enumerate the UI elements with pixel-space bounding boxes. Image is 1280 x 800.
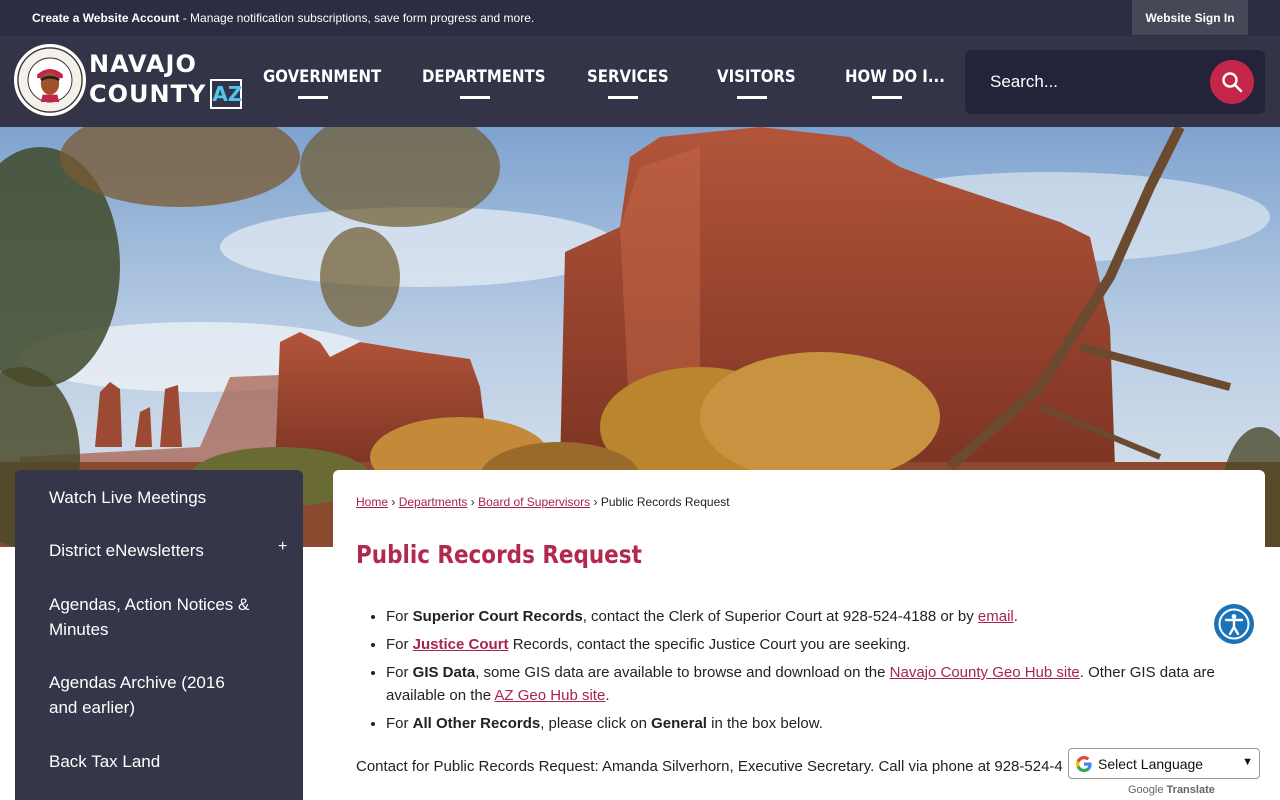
- nav-government-underline: [298, 96, 328, 99]
- nav-departments[interactable]: DEPARTMENTS: [422, 67, 545, 87]
- nav-how-do-i[interactable]: HOW DO I...: [845, 67, 945, 87]
- expand-plus-icon[interactable]: +: [278, 538, 287, 556]
- list-item: For Justice Court Records, contact the s…: [386, 633, 1246, 656]
- site-header: NAVAJO COUNTY AZ GOVERNMENT DEPARTMENTS S…: [0, 36, 1280, 127]
- create-account-label[interactable]: Create a Website Account: [32, 11, 179, 25]
- search-button[interactable]: [1210, 60, 1254, 104]
- accessibility-button[interactable]: [1214, 604, 1254, 644]
- nav-services[interactable]: SERVICES: [587, 67, 669, 87]
- language-select[interactable]: Select Language ▼: [1068, 748, 1260, 779]
- breadcrumb-separator: ›: [470, 495, 475, 509]
- sidebar-navigation: Watch Live Meetings District eNewsletter…: [15, 470, 303, 800]
- top-utility-bar: Create a Website Account - Manage notifi…: [0, 0, 1280, 36]
- accessibility-icon: [1218, 608, 1250, 640]
- county-seal-logo[interactable]: [14, 44, 86, 116]
- breadcrumb-departments[interactable]: Departments: [399, 495, 468, 509]
- contact-text: Contact for Public Records Request: Aman…: [356, 758, 1063, 775]
- powered-by-google-translate[interactable]: Google Translate: [1128, 784, 1215, 796]
- county-wordmark[interactable]: NAVAJO COUNTY AZ: [89, 50, 243, 109]
- az-geo-hub-link[interactable]: AZ Geo Hub site: [494, 687, 605, 704]
- nav-how-do-i-underline: [872, 96, 902, 99]
- wordmark-az: AZ: [210, 79, 243, 109]
- sidebar-item-watch-live-meetings[interactable]: Watch Live Meetings: [49, 485, 206, 510]
- list-item: For GIS Data, some GIS data are availabl…: [386, 661, 1246, 707]
- nav-government[interactable]: GOVERNMENT: [263, 67, 381, 87]
- google-g-icon: [1075, 755, 1092, 772]
- sidebar-item-back-tax-land[interactable]: Back Tax Land: [49, 749, 160, 774]
- navajo-geo-hub-link[interactable]: Navajo County Geo Hub site: [890, 664, 1080, 681]
- nav-services-underline: [608, 96, 638, 99]
- chevron-down-icon: ▼: [1242, 756, 1253, 768]
- nav-departments-underline: [460, 96, 490, 99]
- list-item: For All Other Records, please click on G…: [386, 712, 1246, 735]
- nav-visitors[interactable]: VISITORS: [717, 67, 796, 87]
- sidebar-item-district-enewsletters[interactable]: District eNewsletters: [49, 538, 204, 563]
- search-input[interactable]: Search...: [965, 50, 1265, 114]
- breadcrumb-current: Public Records Request: [600, 495, 730, 509]
- website-sign-in-button[interactable]: Website Sign In: [1132, 0, 1248, 35]
- list-item: For Superior Court Records, contact the …: [386, 605, 1246, 628]
- create-account-description[interactable]: - Manage notification subscriptions, sav…: [179, 11, 535, 25]
- breadcrumb-separator: ›: [391, 495, 396, 509]
- page-title: Public Records Request: [356, 540, 642, 569]
- breadcrumb-board-of-supervisors[interactable]: Board of Supervisors: [478, 495, 590, 509]
- search-placeholder: Search...: [990, 72, 1059, 91]
- justice-court-link[interactable]: Justice Court: [413, 636, 509, 653]
- search-icon: [1222, 72, 1243, 93]
- nav-visitors-underline: [737, 96, 767, 99]
- language-select-label: Select Language: [1098, 755, 1204, 772]
- wordmark-navajo: NAVAJO: [89, 50, 197, 78]
- sidebar-item-agendas-archive[interactable]: Agendas Archive (2016 and earlier): [49, 670, 249, 720]
- records-list: For Superior Court Records, contact the …: [386, 605, 1246, 740]
- breadcrumb-separator: ›: [593, 495, 598, 509]
- email-link[interactable]: email: [978, 608, 1014, 625]
- wordmark-county: COUNTY: [89, 79, 207, 108]
- breadcrumb: Home › Departments › Board of Supervisor…: [356, 495, 730, 509]
- sidebar-item-agendas-action-notices[interactable]: Agendas, Action Notices & Minutes: [49, 592, 269, 642]
- create-account-link[interactable]: Create a Website Account - Manage notifi…: [32, 11, 534, 25]
- breadcrumb-home[interactable]: Home: [356, 495, 388, 509]
